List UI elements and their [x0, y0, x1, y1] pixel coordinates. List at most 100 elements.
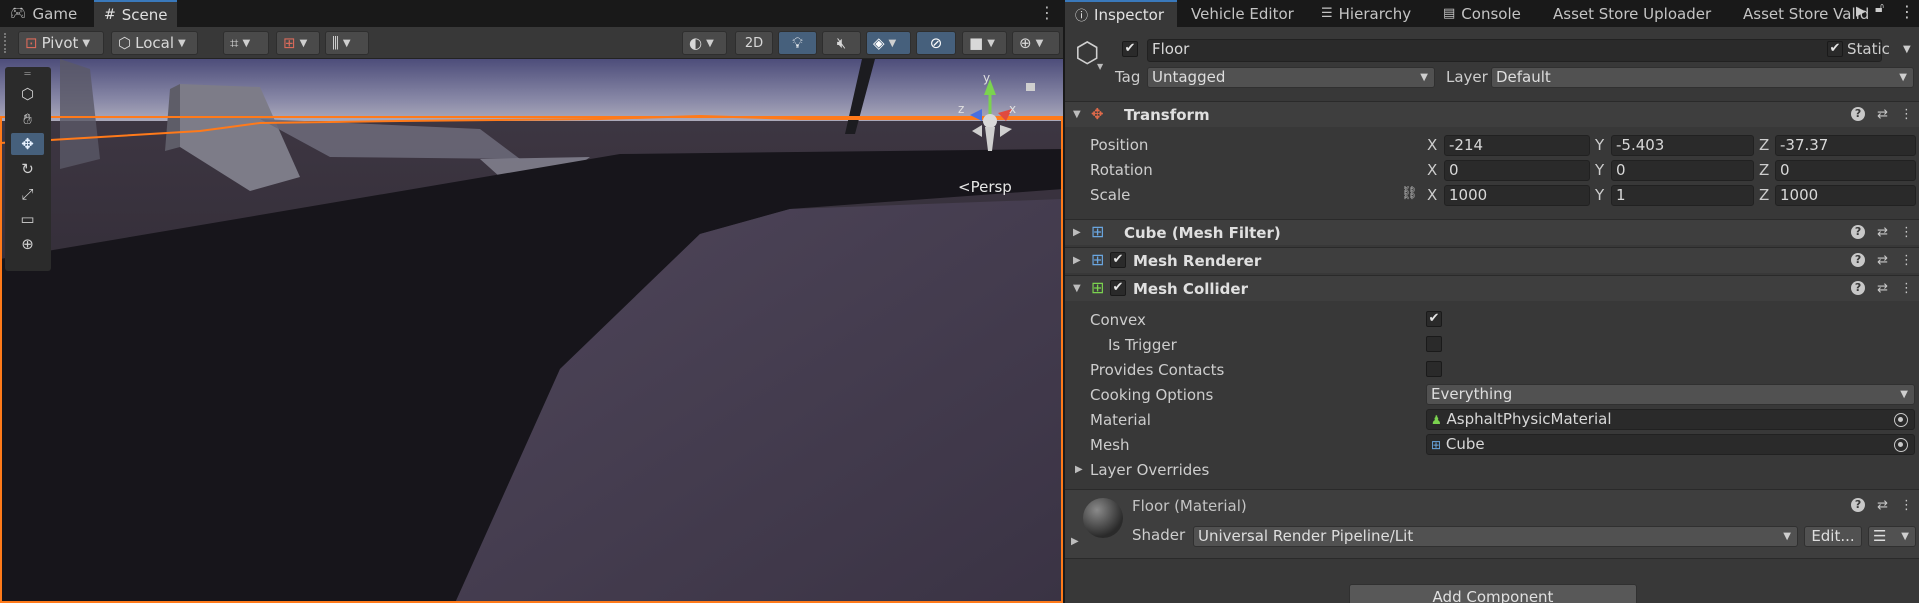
chevron-right-icon[interactable]: ▶ — [1071, 536, 1079, 547]
preset-sliders-icon[interactable]: ⇄ — [1877, 225, 1888, 240]
static-checkbox[interactable]: ✔ — [1827, 41, 1843, 57]
view-tool-cube-icon[interactable]: ⬡ — [11, 83, 44, 105]
rotate-tool-icon[interactable]: ↻ — [11, 158, 44, 180]
lock-icon[interactable]: 🔓︎ — [1875, 0, 1884, 16]
mesh-collider-header[interactable]: ▼ ⊞ ✔ Mesh Collider ? ⇄ ⋮ — [1065, 275, 1919, 301]
scene-tabbar: 🎮︎ Game # Scene ⋮ — [0, 0, 1063, 27]
chevron-down-icon: ▼ — [242, 37, 251, 49]
chevron-right-icon[interactable]: ▶ — [1075, 464, 1083, 475]
info-icon: ⓘ — [1075, 9, 1089, 24]
preset-sliders-icon[interactable]: ⇄ — [1877, 281, 1888, 296]
overlay-drag-handle-icon[interactable]: ═ — [11, 69, 44, 80]
cooking-options-dropdown[interactable]: Everything ▼ — [1426, 384, 1915, 405]
help-icon[interactable]: ? — [1851, 281, 1866, 295]
chevron-down-icon: ▼ — [1901, 531, 1909, 542]
help-icon[interactable]: ? — [1851, 498, 1866, 512]
provides-contacts-checkbox[interactable] — [1426, 361, 1442, 377]
tab-console[interactable]: ▤ Console — [1433, 0, 1531, 27]
preset-sliders-icon[interactable]: ⇄ — [1877, 498, 1888, 513]
scale-tool-icon[interactable]: ⤢ — [11, 183, 44, 205]
scale-y-field[interactable]: 1 — [1611, 185, 1754, 206]
transform-tool-icon[interactable]: ⊕ — [11, 233, 44, 255]
scene-visibility-button[interactable]: ⊘ — [916, 31, 956, 55]
mesh-filter-header[interactable]: ▶ ⊞ Cube (Mesh Filter) ? ⇄ ⋮ — [1065, 219, 1919, 245]
kebab-menu-icon[interactable]: ⋮ — [1900, 107, 1913, 122]
kebab-menu-icon[interactable]: ⋮ — [1900, 498, 1913, 513]
material-object-field[interactable]: ♟ AsphaltPhysicMaterial — [1426, 409, 1915, 430]
is-trigger-checkbox[interactable] — [1426, 336, 1442, 352]
mesh-renderer-header[interactable]: ▶ ⊞ ✔ Mesh Renderer ? ⇄ ⋮ — [1065, 247, 1919, 273]
draw-mode-dropdown[interactable]: ◐ ▼ — [682, 31, 727, 55]
scale-label: Scale — [1090, 186, 1131, 204]
kebab-menu-icon[interactable]: ⋮ — [1900, 253, 1913, 268]
chevron-down-icon[interactable]: ▼ — [1903, 44, 1911, 55]
drag-handle-icon[interactable] — [4, 33, 10, 53]
convex-label: Convex — [1090, 311, 1146, 329]
move-tool-icon[interactable]: ✥ — [11, 133, 44, 155]
mesh-renderer-enabled-checkbox[interactable]: ✔ — [1110, 252, 1126, 268]
add-component-button[interactable]: Add Component — [1349, 584, 1637, 603]
layer-overrides-foldout[interactable]: Layer Overrides — [1090, 461, 1209, 479]
constrain-proportions-link-icon[interactable]: ⛓︎ — [1401, 186, 1418, 201]
scale-x-field[interactable]: 1000 — [1444, 185, 1590, 206]
grid-snapping-button[interactable]: ⌗ ▼ — [223, 31, 269, 55]
effects-dropdown[interactable]: ◈ ▼ — [866, 31, 911, 55]
kebab-menu-icon[interactable]: ⋮ — [1900, 281, 1913, 296]
shader-options-dropdown[interactable]: ☰ ▼ — [1868, 526, 1916, 547]
rotation-z-field[interactable]: 0 — [1775, 160, 1916, 181]
lighting-toggle-button[interactable]: 💡︎ — [778, 31, 817, 55]
tabs-overflow-arrow-icon[interactable]: ▶ — [1856, 4, 1866, 19]
mesh-icon: ⊞ — [1431, 438, 1442, 452]
kebab-menu-icon[interactable]: ⋮ — [1039, 3, 1055, 22]
increment-snap-button[interactable]: ⊞ ▼ — [276, 31, 320, 55]
tag-dropdown[interactable]: Untagged ▼ — [1147, 67, 1435, 88]
projection-toggle[interactable]: <Persp — [958, 178, 1012, 196]
tab-vehicle-editor[interactable]: Vehicle Editor — [1181, 0, 1304, 27]
local-dropdown[interactable]: ⬡ Local ▼ — [111, 31, 198, 55]
object-picker-icon[interactable] — [1894, 413, 1908, 427]
toggle-2d-button[interactable]: 2D — [735, 31, 773, 55]
divider — [1065, 558, 1919, 559]
preset-sliders-icon[interactable]: ⇄ — [1877, 107, 1888, 122]
position-x-field[interactable]: -214 — [1444, 135, 1590, 156]
kebab-menu-icon[interactable]: ⋮ — [1899, 2, 1915, 21]
tab-game[interactable]: 🎮︎ Game — [0, 0, 87, 27]
provides-contacts-label: Provides Contacts — [1090, 361, 1225, 379]
help-icon[interactable]: ? — [1851, 225, 1866, 239]
layer-dropdown[interactable]: Default ▼ — [1491, 67, 1914, 88]
tab-asset-store-uploader[interactable]: Asset Store Uploader — [1543, 0, 1721, 27]
rotation-x-field[interactable]: 0 — [1444, 160, 1590, 181]
scene-viewport[interactable]: y x z — [0, 59, 1063, 603]
convex-checkbox[interactable]: ✔ — [1426, 311, 1442, 327]
material-section: Floor (Material) ▶ Shader Universal Rend… — [1065, 490, 1919, 558]
help-icon[interactable]: ? — [1851, 253, 1866, 267]
gizmos-dropdown[interactable]: ⊕ ▼ — [1012, 31, 1060, 55]
rect-tool-icon[interactable]: ▭ — [11, 208, 44, 230]
active-checkbox[interactable]: ✔ — [1122, 41, 1138, 57]
perspective-icon: < — [958, 178, 971, 196]
hand-tool-icon[interactable]: ✋︎ — [11, 108, 44, 130]
mesh-object-field[interactable]: ⊞ Cube — [1426, 434, 1915, 455]
transform-header[interactable]: ▼ ✥ Transform ? ⇄ ⋮ — [1065, 101, 1919, 127]
pivot-dropdown[interactable]: ⊡ Pivot ▼ — [18, 31, 104, 55]
audio-toggle-button[interactable]: 🔇︎ — [822, 31, 861, 55]
edit-shader-button[interactable]: Edit... — [1804, 526, 1862, 547]
help-icon[interactable]: ? — [1851, 107, 1866, 121]
mesh-collider-enabled-checkbox[interactable]: ✔ — [1110, 280, 1126, 296]
object-picker-icon[interactable] — [1894, 438, 1908, 452]
kebab-menu-icon[interactable]: ⋮ — [1900, 225, 1913, 240]
position-y-field[interactable]: -5.403 — [1611, 135, 1754, 156]
rotation-y-field[interactable]: 0 — [1611, 160, 1754, 181]
shader-dropdown[interactable]: Universal Render Pipeline/Lit ▼ — [1193, 526, 1798, 547]
lightbulb-icon: 💡︎ — [792, 34, 803, 52]
tab-inspector[interactable]: ⓘ Inspector — [1065, 0, 1177, 27]
preset-sliders-icon[interactable]: ⇄ — [1877, 253, 1888, 268]
tab-scene[interactable]: # Scene — [94, 0, 178, 27]
tab-hierarchy[interactable]: ☰ Hierarchy — [1311, 0, 1421, 27]
gameobject-cube-icon[interactable]: ⬡ — [1075, 36, 1099, 69]
scale-z-field[interactable]: 1000 — [1775, 185, 1916, 206]
camera-settings-dropdown[interactable]: ■ ▼ — [962, 31, 1007, 55]
object-name-field[interactable]: Floor — [1147, 39, 1882, 62]
grid-visibility-button[interactable]: ⫼ ▼ — [325, 31, 369, 55]
position-z-field[interactable]: -37.37 — [1775, 135, 1916, 156]
